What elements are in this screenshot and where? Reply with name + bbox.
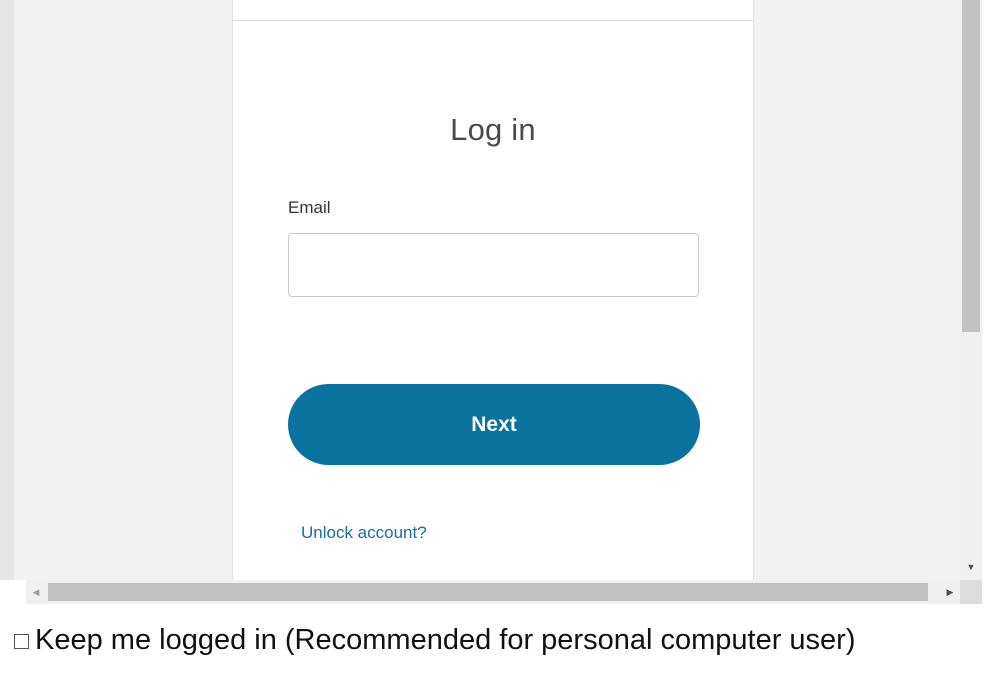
vertical-scrollbar-thumb[interactable]: [962, 0, 980, 332]
vertical-scrollbar[interactable]: ▼: [960, 0, 982, 580]
caret-down-icon[interactable]: ▼: [960, 560, 982, 574]
email-label: Email: [288, 198, 331, 217]
left-gutter: [0, 0, 14, 580]
login-frame: Log in Email Next Unlock account?: [0, 0, 960, 580]
keep-logged-in-option[interactable]: Keep me logged in (Recommended for perso…: [14, 618, 855, 662]
card-divider: [233, 20, 753, 21]
horizontal-scrollbar[interactable]: ◀ ▶: [26, 580, 960, 604]
keep-logged-in-label: Keep me logged in (Recommended for perso…: [35, 623, 856, 656]
caret-left-icon[interactable]: ◀: [26, 580, 46, 604]
next-button[interactable]: Next: [288, 384, 700, 465]
keep-logged-in-checkbox[interactable]: [14, 633, 29, 649]
page-title: Log in: [450, 112, 536, 147]
scrollbar-corner: [960, 580, 982, 604]
login-card: Log in Email Next Unlock account?: [232, 0, 754, 580]
email-field[interactable]: [288, 233, 699, 297]
horizontal-scrollbar-thumb[interactable]: [48, 583, 928, 601]
unlock-account-link[interactable]: Unlock account?: [301, 523, 427, 543]
caret-right-icon[interactable]: ▶: [940, 580, 960, 604]
